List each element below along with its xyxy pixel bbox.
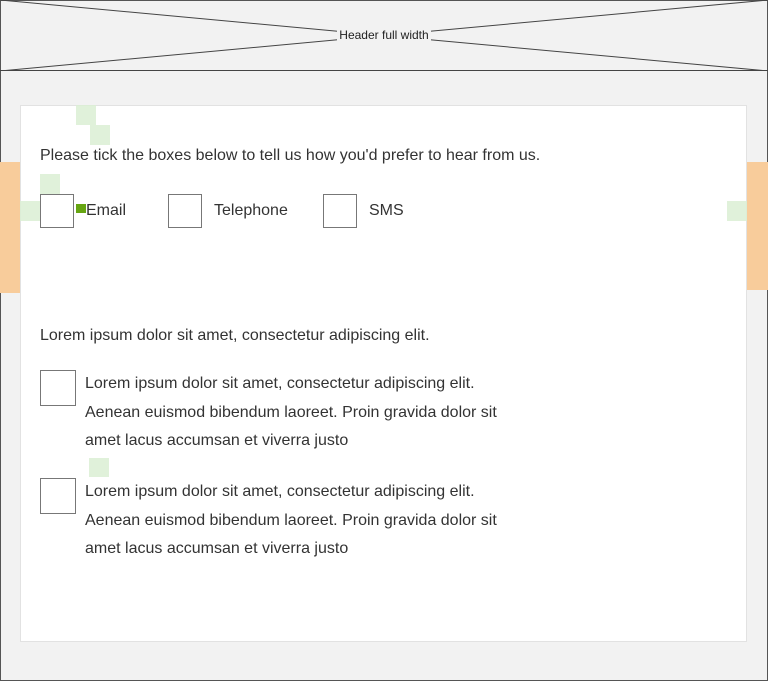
spacing-marker: [727, 201, 747, 221]
right-margin-marker: [747, 162, 768, 290]
left-margin-marker: [0, 162, 20, 293]
header-placeholder: Header full width: [0, 0, 768, 71]
email-checkbox[interactable]: [40, 194, 74, 228]
telephone-checkbox[interactable]: [168, 194, 202, 228]
focus-indicator: [76, 204, 86, 213]
spacing-marker: [76, 105, 96, 125]
email-label[interactable]: Email: [86, 202, 126, 220]
spacing-marker: [90, 125, 110, 145]
spacing-marker: [20, 201, 40, 221]
sms-checkbox[interactable]: [323, 194, 357, 228]
consent-intro: Lorem ipsum dolor sit amet, consectetur …: [40, 327, 430, 344]
consent-text-1: Lorem ipsum dolor sit amet, consectetur …: [85, 375, 497, 449]
consent-checkbox-1[interactable]: [40, 370, 76, 406]
sms-label[interactable]: SMS: [369, 202, 404, 220]
consent-checkbox-2[interactable]: [40, 478, 76, 514]
consent-text-2: Lorem ipsum dolor sit amet, consectetur …: [85, 483, 497, 557]
spacing-marker: [89, 458, 109, 477]
contact-preferences-prompt: Please tick the boxes below to tell us h…: [40, 147, 541, 164]
spacing-marker: [40, 174, 60, 194]
header-label: Header full width: [337, 28, 431, 42]
telephone-label[interactable]: Telephone: [214, 202, 288, 220]
